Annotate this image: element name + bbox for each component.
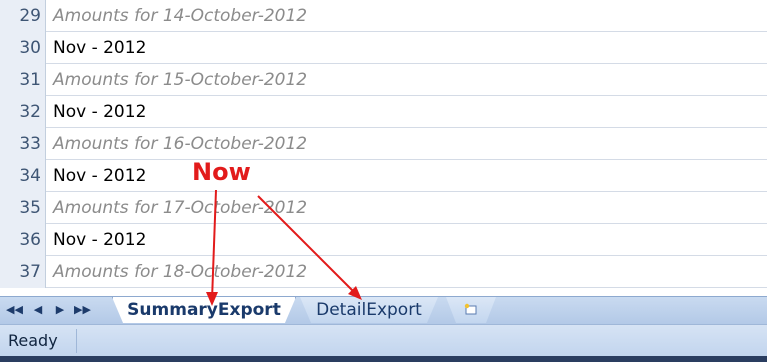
- row-header[interactable]: 35: [0, 192, 46, 224]
- taskbar-strip: [0, 356, 767, 362]
- prev-sheet-icon[interactable]: ◀: [30, 301, 46, 319]
- first-sheet-icon[interactable]: ◀◀: [6, 301, 23, 319]
- last-sheet-icon[interactable]: ▶▶: [74, 301, 91, 319]
- tab-detail-export[interactable]: DetailExport: [300, 297, 438, 323]
- table-row[interactable]: 37 Amounts for 18-October-2012: [0, 256, 767, 288]
- status-bar: Ready: [0, 324, 767, 356]
- cell[interactable]: Nov - 2012: [53, 32, 146, 64]
- table-row[interactable]: 34 Nov - 2012: [0, 160, 767, 192]
- table-row[interactable]: 31 Amounts for 15-October-2012: [0, 64, 767, 96]
- status-divider: [76, 329, 77, 353]
- cell[interactable]: Amounts for 18-October-2012: [53, 256, 307, 288]
- table-row[interactable]: 35 Amounts for 17-October-2012: [0, 192, 767, 224]
- row-header[interactable]: 33: [0, 128, 46, 160]
- row-header[interactable]: 37: [0, 256, 46, 288]
- cell[interactable]: Nov - 2012: [53, 224, 146, 256]
- table-row[interactable]: 33 Amounts for 16-October-2012: [0, 128, 767, 160]
- row-header[interactable]: 34: [0, 160, 46, 192]
- insert-worksheet-icon: [464, 303, 477, 315]
- table-row[interactable]: 30 Nov - 2012: [0, 32, 767, 64]
- table-row[interactable]: 36 Nov - 2012: [0, 224, 767, 256]
- status-text: Ready: [8, 331, 58, 350]
- row-header[interactable]: 29: [0, 0, 46, 32]
- row-header[interactable]: 31: [0, 64, 46, 96]
- next-sheet-icon[interactable]: ▶: [52, 301, 68, 319]
- cell[interactable]: Amounts for 17-October-2012: [53, 192, 307, 224]
- table-row[interactable]: 29 Amounts for 14-October-2012: [0, 0, 767, 32]
- cell[interactable]: Amounts for 14-October-2012: [53, 0, 307, 32]
- cell[interactable]: Nov - 2012: [53, 160, 146, 192]
- cell[interactable]: Nov - 2012: [53, 96, 146, 128]
- sheet-tab-bar: ◀◀ ◀ ▶ ▶▶ SummaryExport DetailExport: [0, 296, 767, 324]
- insert-worksheet-tab[interactable]: [446, 297, 496, 323]
- worksheet-grid: 29 Amounts for 14-October-2012 30 Nov - …: [0, 0, 767, 296]
- row-header[interactable]: 36: [0, 224, 46, 256]
- cell[interactable]: Amounts for 16-October-2012: [53, 128, 307, 160]
- tab-summary-export[interactable]: SummaryExport: [112, 297, 296, 323]
- cell[interactable]: Amounts for 15-October-2012: [53, 64, 307, 96]
- table-row[interactable]: 32 Nov - 2012: [0, 96, 767, 128]
- row-header[interactable]: 30: [0, 32, 46, 64]
- annotation-label: Now: [192, 158, 251, 186]
- row-header[interactable]: 32: [0, 96, 46, 128]
